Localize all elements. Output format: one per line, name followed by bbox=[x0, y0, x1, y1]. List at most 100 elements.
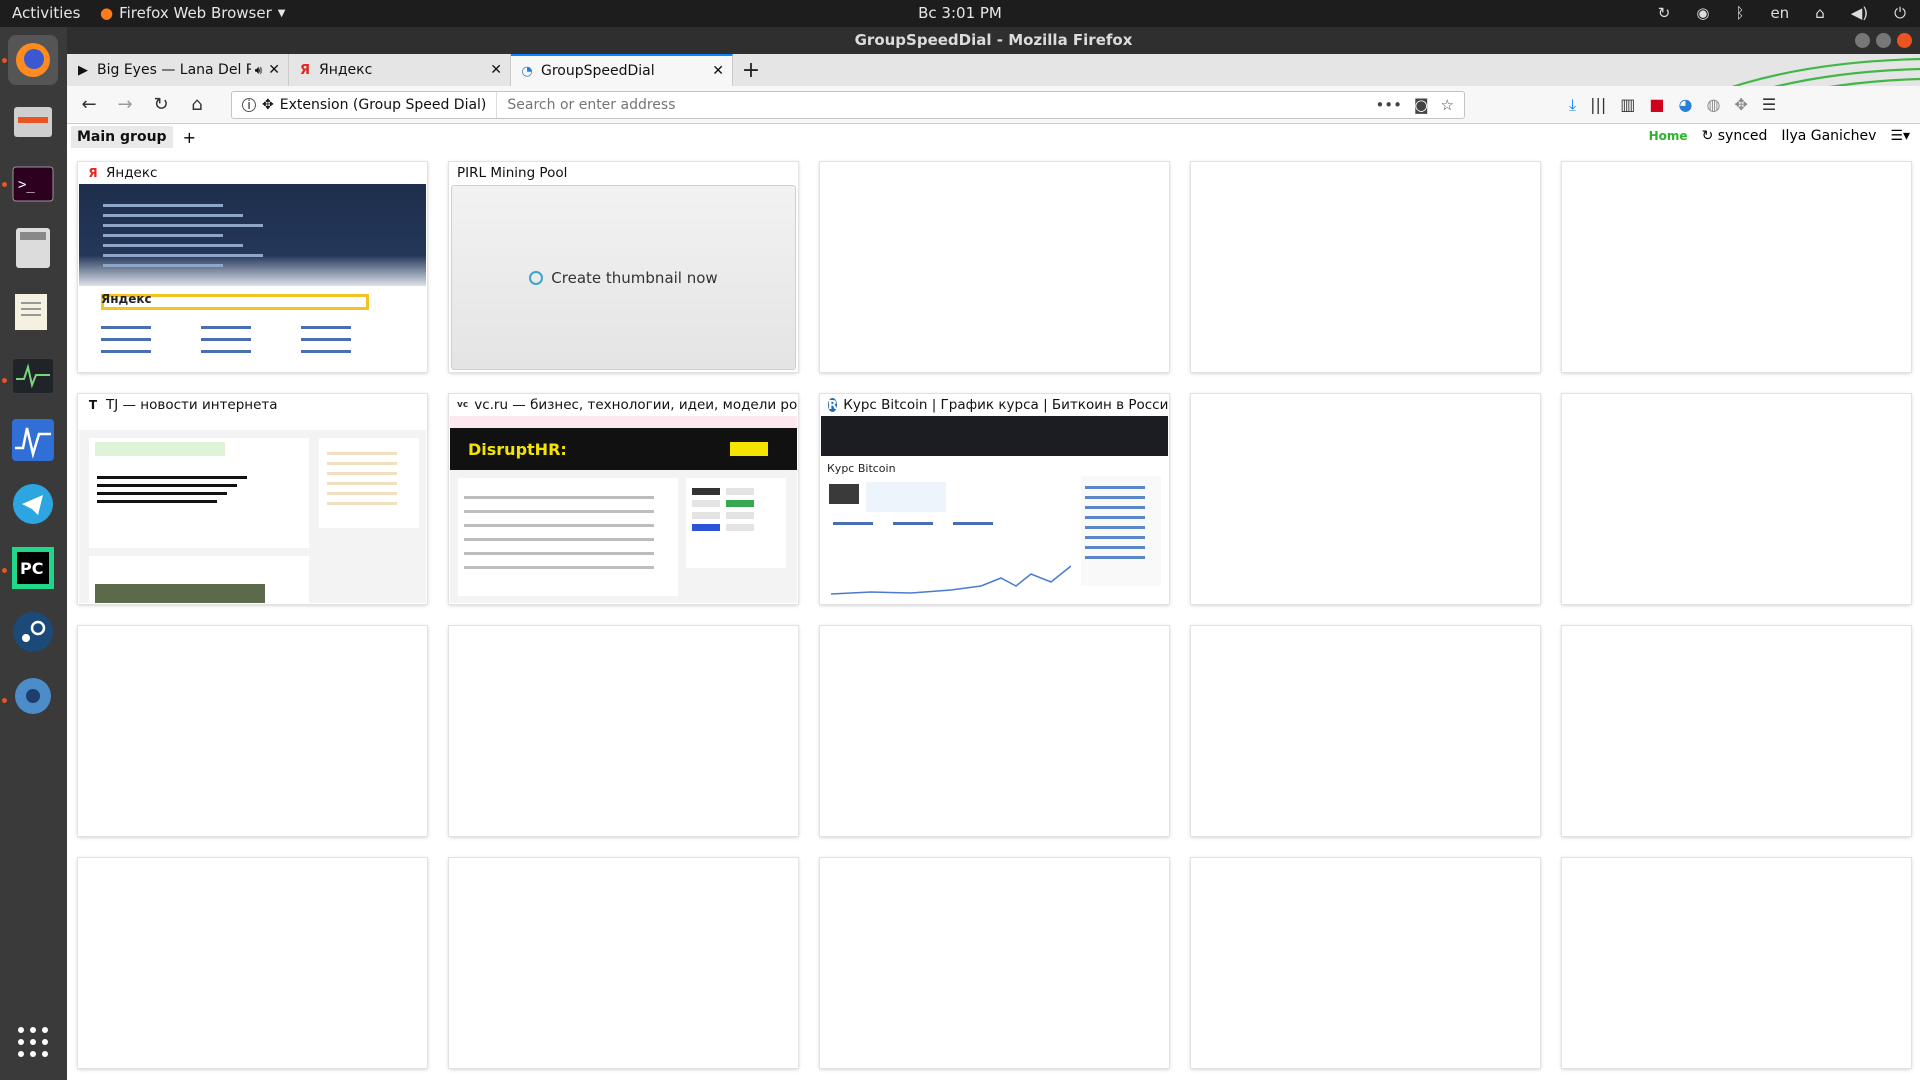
extension-ublock-icon[interactable]: ◍ bbox=[1706, 95, 1720, 114]
forward-button[interactable]: → bbox=[109, 90, 141, 120]
dial-title: T TJ — новости интернета bbox=[78, 394, 427, 416]
speed-dial-tile[interactable]: vc vc.ru — бизнес, технологии, идеи, моде… bbox=[449, 394, 798, 604]
dial-title: Я Яндекс bbox=[78, 162, 427, 184]
library-icon[interactable]: ||| bbox=[1590, 95, 1606, 114]
home-button[interactable]: ⌂ bbox=[181, 90, 213, 120]
create-thumbnail-label: Create thumbnail now bbox=[551, 268, 718, 287]
user-name[interactable]: Ilya Ganichev bbox=[1781, 128, 1876, 144]
bookmark-star-icon[interactable]: ☆ bbox=[1441, 96, 1454, 114]
show-applications-icon[interactable] bbox=[8, 1017, 58, 1067]
minimize-icon[interactable] bbox=[1855, 33, 1870, 48]
reload-button[interactable]: ↻ bbox=[145, 90, 177, 120]
activity-monitor-icon[interactable] bbox=[8, 415, 58, 465]
speed-dial-tile[interactable] bbox=[1191, 626, 1540, 836]
hamburger-menu-icon[interactable]: ☰ bbox=[1762, 95, 1776, 114]
shutter-icon[interactable] bbox=[8, 671, 58, 721]
speed-dial-tile[interactable] bbox=[820, 626, 1169, 836]
close-tab-icon[interactable]: ✕ bbox=[712, 63, 724, 79]
identity-label: Extension (Group Speed Dial) bbox=[279, 96, 487, 113]
system-top-bar: Activities ● Firefox Web Browser ▼ Вс 3:… bbox=[0, 0, 1920, 27]
bitcoin-heading: Курс Bitcoin bbox=[827, 462, 896, 475]
group-tab-main[interactable]: Main group bbox=[71, 126, 173, 148]
close-tab-icon[interactable]: ✕ bbox=[490, 62, 502, 78]
tab-big-eyes[interactable]: ▶ Big Eyes — Lana Del Rey 🔊︎ ✕ bbox=[67, 54, 289, 86]
page-actions: ••• ◙ ☆ bbox=[1375, 96, 1464, 114]
steam-tray-icon[interactable]: ◉ bbox=[1696, 4, 1709, 22]
system-tray: ↻ ◉ ᛒ en ⌂ ◀) ⏻ bbox=[1658, 4, 1906, 22]
files-icon[interactable] bbox=[8, 97, 58, 147]
speed-dial-tile[interactable] bbox=[1562, 626, 1911, 836]
system-monitor-icon[interactable] bbox=[8, 351, 58, 401]
terminal-icon[interactable]: >_ bbox=[8, 159, 58, 209]
address-input[interactable] bbox=[497, 96, 1376, 113]
pycharm-icon[interactable]: PC bbox=[8, 543, 58, 593]
running-indicator bbox=[2, 182, 7, 187]
navigation-toolbar: ← → ↻ ⌂ i ✥ Extension (Group Speed Dial)… bbox=[67, 86, 1920, 124]
info-icon[interactable]: i bbox=[242, 97, 256, 112]
speed-dial-tile[interactable] bbox=[78, 626, 427, 836]
extension-globe-icon[interactable]: ◕ bbox=[1679, 95, 1693, 114]
create-thumbnail-button[interactable]: Create thumbnail now bbox=[451, 185, 796, 370]
volume-icon[interactable]: ◀) bbox=[1851, 4, 1868, 22]
sidebar-icon[interactable]: ▥ bbox=[1620, 95, 1635, 114]
speed-dial-tile[interactable] bbox=[1562, 162, 1911, 372]
new-tab-button[interactable]: + bbox=[733, 54, 769, 86]
svg-text:>_: >_ bbox=[18, 177, 35, 193]
settings-menu-icon[interactable]: ☰▾ bbox=[1890, 128, 1910, 144]
extension-red-icon[interactable]: ■ bbox=[1649, 95, 1664, 114]
play-icon[interactable]: ▶ bbox=[75, 63, 91, 78]
dial-title-text: PIRL Mining Pool bbox=[457, 165, 568, 181]
speed-dial-tile[interactable]: T TJ — новости интернета bbox=[78, 394, 427, 604]
download-icon[interactable]: ⤓ bbox=[1569, 95, 1576, 115]
speed-dial-tile[interactable] bbox=[1191, 162, 1540, 372]
speed-dial-tile[interactable] bbox=[820, 858, 1169, 1068]
tab-strip: ▶ Big Eyes — Lana Del Rey 🔊︎ ✕ Я Яндекс … bbox=[67, 54, 1920, 154]
sync-icon: ↻ bbox=[1701, 128, 1714, 144]
back-button[interactable]: ← bbox=[73, 90, 105, 120]
yandex-logo-text: Яндекс bbox=[101, 292, 152, 306]
sync-status[interactable]: ↻ synced bbox=[1702, 128, 1768, 144]
speed-dial-tile[interactable] bbox=[1562, 394, 1911, 604]
url-bar[interactable]: i ✥ Extension (Group Speed Dial) ••• ◙ ☆ bbox=[231, 90, 1465, 119]
price-mini-chart bbox=[831, 565, 1071, 595]
bluetooth-icon[interactable]: ᛒ bbox=[1735, 4, 1744, 22]
language-indicator[interactable]: en bbox=[1770, 4, 1789, 22]
speed-dial-tile[interactable] bbox=[1191, 858, 1540, 1068]
running-indicator bbox=[2, 378, 7, 383]
more-actions-icon[interactable]: ••• bbox=[1375, 96, 1402, 114]
clock[interactable]: Вс 3:01 PM bbox=[0, 4, 1920, 22]
sync-icon[interactable]: ↻ bbox=[1658, 4, 1671, 22]
home-link[interactable]: Home bbox=[1649, 129, 1688, 143]
close-window-icon[interactable] bbox=[1897, 33, 1912, 48]
speed-dial-tile[interactable]: R Курс Bitcoin | График курса | Биткоин в… bbox=[820, 394, 1169, 604]
dial-thumbnail: Яндекс bbox=[79, 184, 426, 371]
speed-dial-tile[interactable]: Я Яндекс Яндекс bbox=[78, 162, 427, 372]
dial-title: vc vc.ru — бизнес, технологии, идеи, моде… bbox=[449, 394, 798, 416]
telegram-icon[interactable] bbox=[8, 479, 58, 529]
speaker-icon[interactable]: 🔊︎ bbox=[255, 63, 263, 78]
speed-dial-tile[interactable] bbox=[820, 162, 1169, 372]
steam-icon[interactable] bbox=[8, 607, 58, 657]
maximize-icon[interactable] bbox=[1876, 33, 1891, 48]
speed-dial-tile[interactable] bbox=[449, 858, 798, 1068]
power-icon[interactable]: ⏻ bbox=[1894, 4, 1906, 22]
network-icon[interactable]: ⌂ bbox=[1815, 4, 1825, 22]
text-editor-icon[interactable] bbox=[8, 287, 58, 337]
site-identity[interactable]: i ✥ Extension (Group Speed Dial) bbox=[232, 91, 498, 118]
add-group-button[interactable]: + bbox=[183, 128, 196, 147]
speed-dial-tile[interactable] bbox=[78, 858, 427, 1068]
firefox-window: GroupSpeedDial - Mozilla Firefox ▶ Big E… bbox=[67, 27, 1920, 1080]
speed-dial-tile[interactable] bbox=[449, 626, 798, 836]
dial-thumbnail: DisruptHR: bbox=[450, 416, 797, 603]
calculator-icon[interactable] bbox=[8, 223, 58, 273]
extension-puzzle-icon[interactable]: ✥ bbox=[1734, 95, 1747, 114]
speed-dial-tile[interactable] bbox=[1191, 394, 1540, 604]
tab-groupspeeddial[interactable]: ◔ GroupSpeedDial ✕ bbox=[511, 54, 733, 86]
running-indicator bbox=[2, 58, 7, 63]
speed-dial-tile[interactable]: PIRL Mining Pool Create thumbnail now bbox=[449, 162, 798, 372]
close-tab-icon[interactable]: ✕ bbox=[268, 62, 280, 78]
speed-dial-tile[interactable] bbox=[1562, 858, 1911, 1068]
pocket-icon[interactable]: ◙ bbox=[1414, 96, 1429, 114]
firefox-icon[interactable] bbox=[8, 35, 58, 85]
tab-yandex[interactable]: Я Яндекс ✕ bbox=[289, 54, 511, 86]
